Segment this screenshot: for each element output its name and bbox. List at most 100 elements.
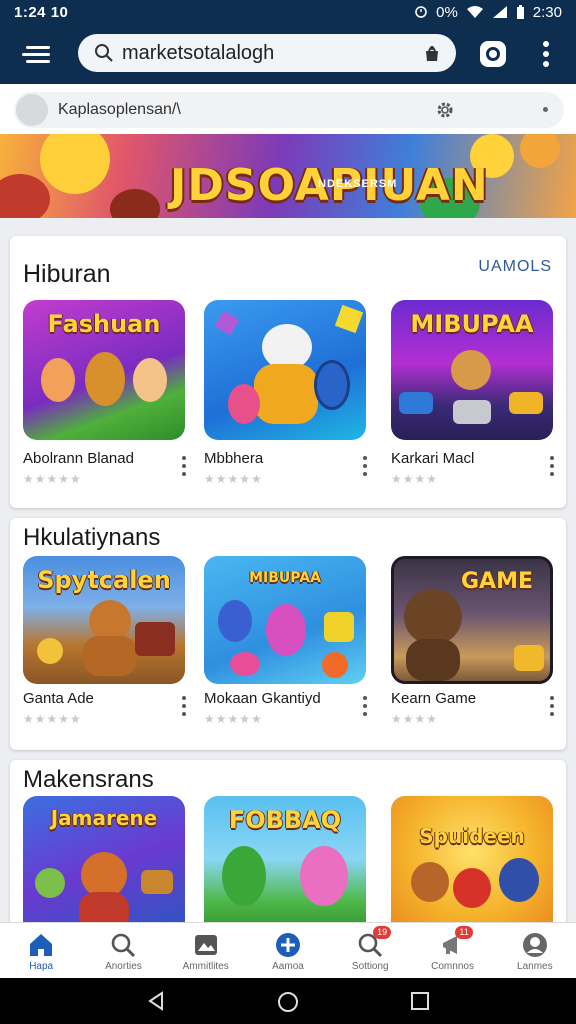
nav-label: Comnnos: [431, 961, 474, 972]
nav-item-home[interactable]: Hapa: [0, 923, 82, 978]
app-tile[interactable]: Jamarene: [23, 796, 185, 930]
nav-label: Ammitlites: [182, 961, 229, 972]
system-navigation-bar: [0, 978, 576, 1024]
person-icon: [522, 933, 547, 957]
nav-item-sorting[interactable]: 19 Sottiong: [329, 923, 411, 978]
thumbnail-title: MIBUPAA: [410, 310, 534, 338]
item-more-icon[interactable]: [181, 456, 187, 478]
promo-banner[interactable]: JDSOAPIUAN NDEKSERSM: [0, 134, 576, 218]
rating-stars: ★★★★★: [204, 712, 263, 726]
item-more-icon[interactable]: [362, 456, 368, 478]
rating-stars: ★★★★★: [23, 712, 82, 726]
shopping-bag-icon[interactable]: [422, 43, 442, 63]
app-tile[interactable]: MIBUPAA Karkari Macl ★★★★: [391, 300, 554, 486]
item-more-icon[interactable]: [549, 456, 555, 478]
app-name: Mbbhera: [204, 450, 264, 467]
app-thumbnail[interactable]: MIBUPAA: [391, 300, 553, 440]
app-thumbnail[interactable]: FOBBAQ: [204, 796, 366, 930]
recents-icon[interactable]: [410, 991, 430, 1011]
avatar[interactable]: [16, 94, 48, 126]
thumbnail-title: Jamarene: [50, 806, 158, 830]
status-time-left: 1:24 10: [14, 3, 69, 21]
signal-icon: [492, 6, 507, 18]
banner-subtitle: NDEKSERSM: [318, 178, 398, 190]
app-tile[interactable]: Spytcalen Ganta Ade ★★★★★: [23, 556, 186, 726]
search-input[interactable]: [122, 41, 402, 65]
nav-label: Lanmes: [517, 961, 553, 972]
item-more-icon[interactable]: [181, 696, 187, 718]
app-thumbnail[interactable]: Spytcalen: [23, 556, 185, 684]
section-card: Hiburan UAMOLS Fashuan Abolrann Blanad ★…: [10, 236, 566, 508]
app-thumbnail[interactable]: [204, 300, 366, 440]
fruit-graphic: [110, 189, 160, 218]
gear-icon[interactable]: [436, 101, 454, 119]
app-thumbnail[interactable]: GAME: [391, 556, 553, 684]
wifi-icon: [466, 6, 483, 18]
app-thumbnail[interactable]: Spuideen: [391, 796, 553, 930]
app-thumbnail[interactable]: MIBUPAA: [204, 556, 366, 684]
section-title: Makensrans: [23, 766, 154, 793]
app-tile[interactable]: MIBUPAA Mokaan Gkantiyd ★★★★★: [204, 556, 367, 726]
section-card: Makensrans Jamarene FOBBAQ Spuideen: [10, 760, 566, 930]
section-card: Hkulatiynans Spytcalen Ganta Ade ★★★★★ M…: [10, 518, 566, 750]
search-icon: [95, 44, 113, 62]
app-tile[interactable]: FOBBAQ: [204, 796, 366, 930]
battery-icon: [516, 4, 524, 19]
top-app-bar: [0, 24, 576, 84]
app-name: Kearn Game: [391, 690, 477, 707]
nav-label: Hapa: [29, 961, 54, 972]
secondary-search-field[interactable]: Kaplasoplensan/\: [14, 92, 564, 128]
battery-percent: 0%: [436, 3, 458, 21]
more-options-icon[interactable]: [538, 40, 554, 68]
gallery-icon: [194, 935, 217, 955]
fruit-graphic: [0, 174, 50, 218]
camera-icon[interactable]: [478, 39, 508, 69]
search-bar[interactable]: [78, 34, 456, 72]
thumbnail-title: Spuideen: [419, 824, 525, 848]
dot-icon[interactable]: [543, 107, 548, 112]
alarm-icon: [415, 6, 427, 18]
nav-label: Aamoa: [272, 961, 304, 972]
thumbnail-title: GAME: [460, 569, 533, 594]
notification-badge: 11: [455, 926, 473, 939]
app-thumbnail[interactable]: Fashuan: [23, 300, 185, 440]
search-icon: [112, 933, 136, 958]
app-thumbnail[interactable]: Jamarene: [23, 796, 185, 930]
app-name: Abolrann Blanad: [23, 450, 134, 467]
item-more-icon[interactable]: [549, 696, 555, 718]
nav-item-gallery[interactable]: Ammitlites: [165, 923, 247, 978]
app-tile[interactable]: GAME Kearn Game ★★★★: [391, 556, 554, 726]
nav-label: Anorties: [105, 961, 142, 972]
rating-stars: ★★★★★: [204, 472, 263, 486]
notification-badge: 19: [373, 926, 392, 939]
rating-stars: ★★★★★: [23, 472, 82, 486]
item-more-icon[interactable]: [362, 696, 368, 718]
app-tile[interactable]: Mbbhera ★★★★★: [204, 300, 367, 486]
home-button-icon[interactable]: [277, 991, 299, 1013]
add-circle-icon: [275, 933, 300, 957]
thumbnail-title: MIBUPAA: [249, 570, 321, 586]
section-title: Hkulatiynans: [23, 524, 161, 551]
thumbnail-title: Spytcalen: [37, 566, 171, 594]
bottom-navigation: Hapa Anorties Ammitlites Aamoa 19 Sottio…: [0, 922, 576, 978]
see-more-link[interactable]: UAMOLS: [478, 258, 552, 276]
nav-item-search[interactable]: Anorties: [82, 923, 164, 978]
back-icon[interactable]: [146, 991, 166, 1011]
app-name: Ganta Ade: [23, 690, 94, 707]
nav-item-community[interactable]: 11 Comnnos: [411, 923, 493, 978]
app-name: Karkari Macl: [391, 450, 475, 467]
thumbnail-title: Fashuan: [47, 310, 161, 338]
app-name: Mokaan Gkantiyd: [204, 690, 321, 707]
menu-icon[interactable]: [20, 42, 52, 66]
rating-stars: ★★★★: [391, 472, 439, 486]
app-tile[interactable]: Spuideen: [391, 796, 553, 930]
app-tile[interactable]: Fashuan Abolrann Blanad ★★★★★: [23, 300, 186, 486]
nav-label: Sottiong: [351, 961, 389, 972]
nav-item-add[interactable]: Aamoa: [247, 923, 329, 978]
thumbnail-title: FOBBAQ: [228, 806, 342, 834]
fruit-graphic: [520, 134, 560, 168]
home-icon: [30, 934, 53, 956]
nav-item-profile[interactable]: Lanmes: [494, 923, 576, 978]
fruit-graphic: [40, 134, 110, 194]
rating-stars: ★★★★: [391, 712, 439, 726]
